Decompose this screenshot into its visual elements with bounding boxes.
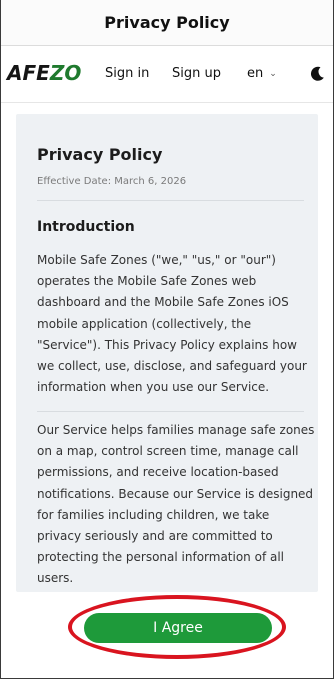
- agree-button[interactable]: I Agree: [84, 613, 272, 643]
- page-title: Privacy Policy: [37, 145, 163, 164]
- brand-logo[interactable]: AFEZO: [7, 61, 81, 85]
- section-title-introduction: Introduction: [37, 219, 135, 235]
- language-select[interactable]: en ⌄: [247, 66, 277, 81]
- language-value: en: [247, 66, 264, 81]
- sign-up-link[interactable]: Sign up: [172, 66, 221, 81]
- sign-in-link[interactable]: Sign in: [105, 66, 149, 81]
- intro-paragraph-2: Our Service helps families manage safe z…: [37, 423, 315, 586]
- effective-date: Effective Date: March 6, 2026: [37, 176, 187, 187]
- window-title: Privacy Policy: [104, 13, 230, 32]
- moon-icon[interactable]: [308, 65, 326, 83]
- top-nav: AFEZO Sign in Sign up en ⌄: [1, 47, 333, 103]
- chevron-down-icon: ⌄: [269, 68, 277, 79]
- title-bar: Privacy Policy: [1, 0, 333, 46]
- intro-paragraph-1: Mobile Safe Zones ("we," "us," or "our")…: [37, 253, 307, 395]
- logo-suffix: ZO: [49, 61, 82, 85]
- logo-prefix: AFE: [7, 61, 50, 85]
- policy-card: Privacy Policy Effective Date: March 6, …: [16, 114, 318, 592]
- paragraph-divider: [37, 411, 304, 412]
- title-divider: [37, 200, 304, 201]
- app-window: Privacy Policy AFEZO Sign in Sign up en …: [0, 0, 334, 679]
